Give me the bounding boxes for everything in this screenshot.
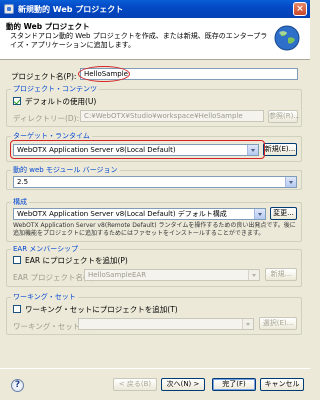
- add-to-working-set-checkbox[interactable]: [13, 305, 21, 313]
- wizard-page-description: スタンドアロン動的 Web プロジェクトを作成、または新規、既存のエンタープライ…: [10, 32, 268, 49]
- chevron-down-icon: [285, 177, 296, 187]
- module-version-select[interactable]: 2.5: [13, 176, 297, 188]
- new-runtime-button[interactable]: 新規(E)...: [263, 143, 297, 156]
- window-title: 新規動的 Web プロジェクト: [18, 4, 124, 14]
- web-project-globe-icon: [274, 25, 300, 51]
- chevron-down-icon: [248, 270, 259, 280]
- configuration-description: WebOTX Application Server v8(Remote Defa…: [13, 222, 296, 237]
- project-name-label: プロジェクト名(P):: [11, 72, 77, 81]
- use-default-label: デフォルトの使用(U): [25, 97, 97, 106]
- add-to-ear-checkbox[interactable]: [13, 256, 21, 264]
- new-ear-button[interactable]: 新規...: [265, 268, 297, 281]
- highlight-target-runtime: [10, 140, 265, 159]
- finish-button[interactable]: 完了(F): [212, 378, 256, 391]
- wizard-page-title: 動的 Web プロジェクト: [6, 22, 90, 31]
- chevron-down-icon: [242, 319, 253, 329]
- ear-project-name-select[interactable]: HelloSampleEAR: [84, 269, 260, 281]
- app-icon: [4, 4, 14, 14]
- configuration-title: 構成: [11, 198, 29, 206]
- configuration-value: WebOTX Application Server v8(Local Defau…: [17, 210, 227, 218]
- target-runtime-title: ターゲット・ランタイム: [11, 132, 92, 140]
- add-to-ear-label: EAR にプロジェクトを追加(P): [25, 256, 128, 265]
- ear-project-name-value: HelloSampleEAR: [88, 271, 147, 279]
- add-to-working-set-label: ワーキング・セットにプロジェクトを追加(T): [25, 305, 178, 314]
- directory-input[interactable]: C:¥WebOTX¥Studio¥workspace¥HelloSample: [80, 110, 264, 122]
- configuration-select[interactable]: WebOTX Application Server v8(Local Defau…: [13, 208, 266, 220]
- next-button[interactable]: 次へ(N) >: [161, 378, 205, 391]
- module-version-title: 動的 web モジュール バージョン: [11, 166, 120, 174]
- select-working-set-button[interactable]: 選択(E)...: [259, 317, 297, 330]
- back-button[interactable]: < 戻る(B): [113, 378, 157, 391]
- working-sets-select[interactable]: [78, 318, 254, 330]
- help-icon[interactable]: ?: [11, 379, 24, 392]
- working-set-title: ワーキング・セット: [11, 293, 78, 301]
- cancel-button[interactable]: キャンセル: [260, 378, 304, 391]
- footer-separator: [0, 368, 310, 369]
- chevron-down-icon: [254, 209, 265, 219]
- close-window-button[interactable]: ×: [293, 2, 307, 16]
- browse-button[interactable]: 参照(R)...: [268, 110, 300, 123]
- directory-label: ディレクトリー(D):: [13, 114, 80, 123]
- highlight-project-name: [78, 66, 130, 82]
- wizard-banner: 動的 Web プロジェクト スタンドアロン動的 Web プロジェクトを作成、また…: [0, 18, 310, 60]
- change-configuration-button[interactable]: 変更...: [270, 207, 297, 220]
- ear-membership-title: EAR メンバーシップ: [11, 245, 81, 253]
- module-version-value: 2.5: [17, 178, 29, 186]
- use-default-checkbox[interactable]: [13, 97, 21, 105]
- window-titlebar: 新規動的 Web プロジェクト ×: [0, 0, 310, 18]
- project-contents-title: プロジェクト・コンテンツ: [11, 85, 99, 93]
